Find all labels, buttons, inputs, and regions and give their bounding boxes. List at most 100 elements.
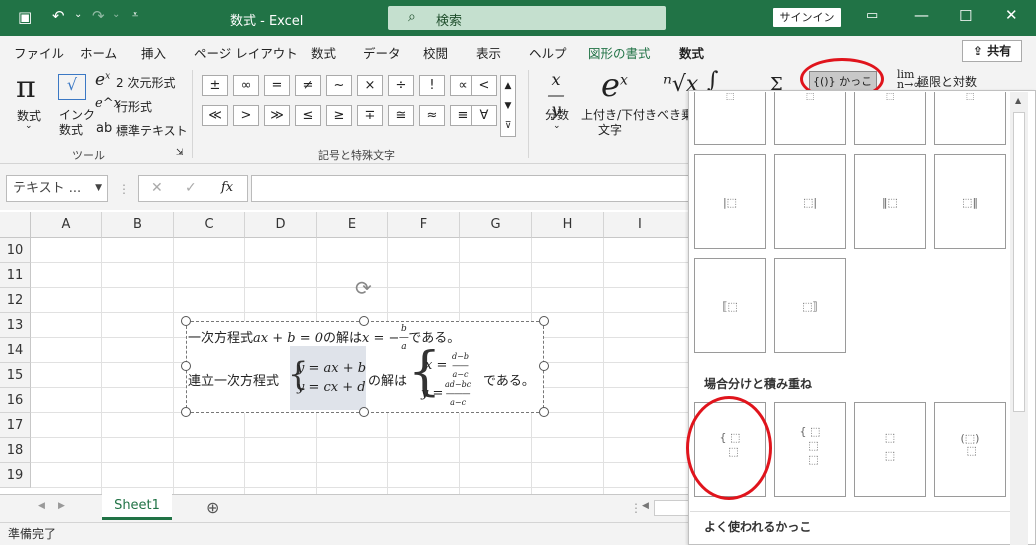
resize-handle[interactable] [539,361,549,371]
symbol-greater-equal[interactable]: ≥ [326,105,352,126]
gallery-item[interactable]: ⟦⬚ [694,258,766,353]
tab-review[interactable]: 校閲 [423,43,448,62]
row-header[interactable]: 12 [0,288,31,313]
column-header[interactable]: E [317,212,388,238]
symbol-approx[interactable]: ≈ [419,105,445,126]
tab-formulas[interactable]: 数式 [311,43,336,62]
add-sheet-icon[interactable]: ⊕ [206,498,219,517]
tab-data[interactable]: データ [363,43,401,62]
symbol-less-equal[interactable]: ≤ [295,105,321,126]
tab-page-layout[interactable]: ページ レイアウト [194,43,298,62]
row-header[interactable]: 16 [0,388,31,413]
gallery-scrollbar[interactable]: ▲ [1010,92,1028,545]
symbol-tilde[interactable]: ~ [326,75,352,96]
symbol-less-than[interactable]: < [471,75,497,96]
minimize-icon[interactable]: — [914,6,929,24]
limit-button[interactable]: 極限と対数 [917,73,977,90]
enter-icon[interactable]: ✓ [185,180,197,196]
gallery-item[interactable]: ‖⬚ [854,154,926,249]
symbol-equals[interactable]: = [264,75,290,96]
search-box[interactable]: ⌕ 検索 [388,6,666,30]
tab-insert[interactable]: 挿入 [141,43,166,62]
redo-dropdown-icon[interactable]: ⌄ [112,9,120,20]
gallery-item[interactable]: ⬚⟧ [774,258,846,353]
gallery-item[interactable]: ⬚ ⬚ [854,402,926,497]
symbol-for-all[interactable]: ∀ [471,105,497,126]
professional-button[interactable]: 2 次元形式 [116,74,175,91]
rotate-handle-icon[interactable]: ⟳ [355,276,372,300]
gallery-item[interactable]: |⬚ [694,154,766,249]
ink-equation-label-2[interactable]: 数式 [59,121,83,138]
tab-help[interactable]: ヘルプ [529,43,567,62]
tools-launcher-icon[interactable]: ⇲ [176,148,184,158]
chevron-down-icon[interactable]: ▼ [505,101,512,111]
row-header[interactable]: 10 [0,238,31,263]
resize-handle[interactable] [539,316,549,326]
symbol-plus-minus[interactable]: ± [202,75,228,96]
symbol-greater-than[interactable]: > [233,105,259,126]
symbol-factorial[interactable]: ! [419,75,445,96]
redo-icon[interactable]: ↷ [92,7,105,25]
name-box-dropdown-icon[interactable]: ▼ [95,176,102,201]
column-header[interactable]: B [102,212,174,238]
select-all-corner[interactable] [0,212,31,238]
chevron-up-icon[interactable]: ▲ [505,81,512,91]
gallery-item[interactable]: ⬚‖ [934,154,1006,249]
row-header[interactable]: 19 [0,463,31,488]
column-header[interactable]: H [532,212,604,238]
name-box[interactable]: テキスト ... ▼ [6,175,108,202]
gallery-item[interactable]: ⬚ [694,92,766,145]
symbol-infinity[interactable]: ∞ [233,75,259,96]
undo-icon[interactable]: ↶ [52,7,65,25]
row-header[interactable]: 13 [0,313,31,338]
symbol-much-less[interactable]: ≪ [202,105,228,126]
tab-equation[interactable]: 数式 [679,43,705,68]
row-header[interactable]: 15 [0,363,31,388]
gallery-item[interactable]: ⬚ [854,92,926,145]
script-label-2[interactable]: 文字 [598,121,622,138]
equation-dropdown-icon[interactable]: ⌄ [25,121,33,131]
symbol-not-equal[interactable]: ≠ [295,75,321,96]
scroll-up-icon[interactable]: ▲ [1015,96,1021,105]
plain-text-button[interactable]: 標準テキスト [116,122,188,139]
gallery-item[interactable]: ⬚ [774,92,846,145]
prev-sheet-icon[interactable]: ◀ [38,501,45,511]
symbol-much-greater[interactable]: ≫ [264,105,290,126]
tab-home[interactable]: ホーム [80,43,117,62]
ribbon-display-icon[interactable]: ▭ [866,8,878,23]
resize-handle[interactable] [539,407,549,417]
symbol-times[interactable]: × [357,75,383,96]
save-icon[interactable]: ▣ [18,8,32,26]
symbol-minus-plus[interactable]: ∓ [357,105,383,126]
undo-dropdown-icon[interactable]: ⌄ [74,9,82,20]
column-header[interactable]: G [460,212,532,238]
row-header[interactable]: 18 [0,438,31,463]
row-header[interactable]: 14 [0,338,31,363]
tab-file[interactable]: ファイル [14,43,64,62]
next-sheet-icon[interactable]: ▶ [58,501,65,511]
insert-function-icon[interactable]: fx [221,180,233,195]
signin-button[interactable]: サインイン [773,8,841,27]
scroll-left-icon[interactable]: ◀ [642,501,649,511]
tab-shape-format[interactable]: 図形の書式 [588,43,651,62]
resize-handle[interactable] [181,407,191,417]
share-button[interactable]: ⇪ 共有 [962,40,1022,62]
column-header[interactable]: A [31,212,102,238]
column-header[interactable]: D [245,212,317,238]
formula-input[interactable] [251,175,690,202]
row-header[interactable]: 11 [0,263,31,288]
column-header[interactable]: C [174,212,245,238]
sheet-tab[interactable]: Sheet1 [102,494,172,520]
fraction-dropdown-icon[interactable]: ⌄ [553,121,561,131]
gallery-item[interactable]: ⬚| [774,154,846,249]
maximize-icon[interactable]: ☐ [959,7,972,25]
symbol-divide[interactable]: ÷ [388,75,414,96]
close-icon[interactable]: ✕ [1005,6,1018,24]
scroll-thumb[interactable] [1013,112,1025,412]
horizontal-scrollbar[interactable] [654,500,690,516]
resize-handle[interactable] [359,407,369,417]
column-header[interactable]: F [388,212,460,238]
linear-button[interactable]: 行形式 [116,98,152,115]
row-header[interactable]: 17 [0,413,31,438]
more-symbols-icon[interactable]: ⊽ [505,121,512,131]
